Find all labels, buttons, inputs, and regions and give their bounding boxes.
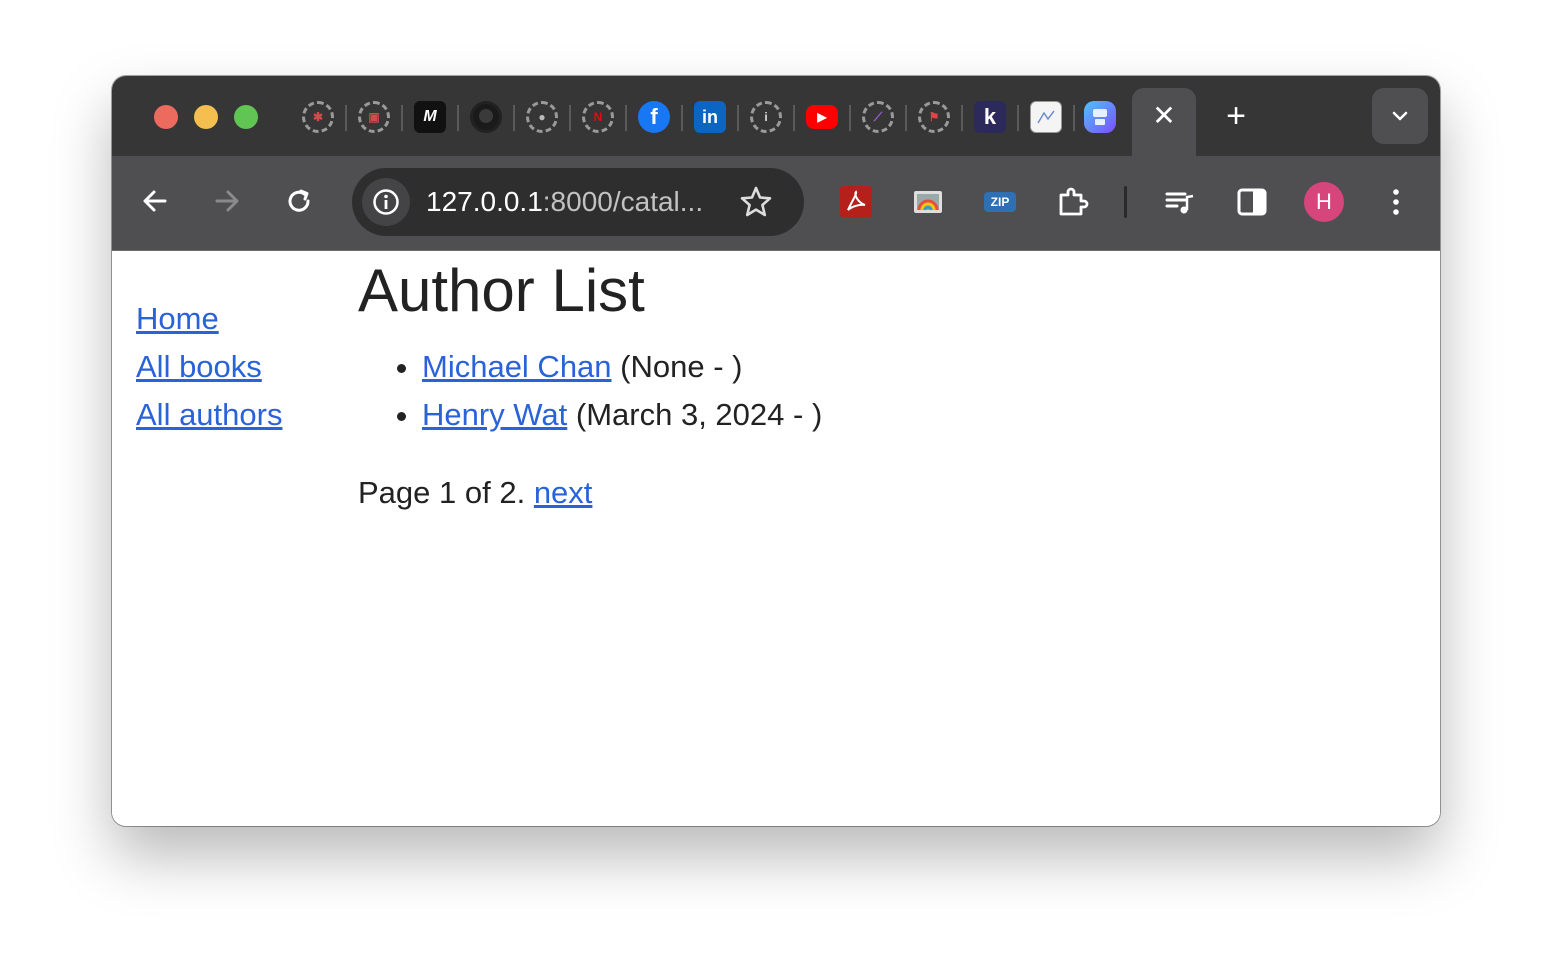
- devtools-icon[interactable]: ⟋: [862, 101, 894, 133]
- k-icon[interactable]: k: [974, 101, 1006, 133]
- address-bar[interactable]: 127.0.0.1:8000/catal...: [352, 168, 804, 236]
- tab-separator: [737, 105, 739, 131]
- new-tab-button[interactable]: +: [1220, 99, 1252, 133]
- tab-strip: ✱ ▣ M ● N f in i ▶ ⟋ ⚑ k ✕ +: [112, 76, 1440, 156]
- bookmark-star-icon[interactable]: [738, 184, 774, 220]
- acrobat-extension-icon[interactable]: [838, 184, 874, 220]
- gitlab-icon[interactable]: ▣: [358, 101, 390, 133]
- info-icon[interactable]: i: [750, 101, 782, 133]
- page-title: Author List: [358, 257, 645, 324]
- forward-button[interactable]: [210, 184, 244, 218]
- next-page-link[interactable]: next: [534, 475, 593, 510]
- page-content: Home All books All authors Author List M…: [112, 251, 1440, 826]
- url-text[interactable]: 127.0.0.1:8000/catal...: [426, 186, 703, 218]
- kebab-menu-icon[interactable]: [1378, 184, 1414, 220]
- list-item: Henry Wat (March 3, 2024 - ): [422, 391, 822, 439]
- chevron-down-icon: [1392, 111, 1408, 121]
- author-link[interactable]: Henry Wat: [422, 397, 567, 432]
- tab-separator: [569, 105, 571, 131]
- zip-label: ZIP: [984, 192, 1016, 212]
- sidebar-link-all-books[interactable]: All books: [136, 343, 282, 391]
- github-alt-icon[interactable]: ●: [526, 101, 558, 133]
- tab-separator: [793, 105, 795, 131]
- profile-avatar[interactable]: H: [1304, 182, 1344, 222]
- tab-separator: [1017, 105, 1019, 131]
- tab-separator: [849, 105, 851, 131]
- tab-separator: [345, 105, 347, 131]
- arrow-left-icon: [143, 190, 167, 212]
- tab-separator: [961, 105, 963, 131]
- tab-separator: [625, 105, 627, 131]
- author-list: Michael Chan (None - ) Henry Wat (March …: [358, 343, 822, 439]
- minimize-window-button[interactable]: [194, 105, 218, 129]
- zoom-window-button[interactable]: [234, 105, 258, 129]
- tab-search-button[interactable]: [1372, 88, 1428, 144]
- page-indicator: Page 1 of 2.: [358, 475, 526, 510]
- arrow-right-icon: [215, 190, 239, 212]
- url-host: 127.0.0.1: [426, 186, 543, 217]
- tab-separator: [457, 105, 459, 131]
- helm-icon[interactable]: ✱: [302, 101, 334, 133]
- list-item: Michael Chan (None - ): [422, 343, 822, 391]
- screenshot-extension-icon[interactable]: [910, 184, 946, 220]
- toolbar-divider: [1124, 186, 1127, 218]
- stitcher-icon[interactable]: ⚑: [918, 101, 950, 133]
- site-info-button[interactable]: [362, 178, 410, 226]
- tab-separator: [905, 105, 907, 131]
- tab-separator: [513, 105, 515, 131]
- youtube-icon[interactable]: ▶: [806, 105, 838, 129]
- sidebar-nav: Home All books All authors: [136, 295, 282, 439]
- extensions-puzzle-icon[interactable]: [1054, 184, 1090, 220]
- main-content: Author List Michael Chan (None - ) Henry…: [358, 251, 822, 517]
- github-icon[interactable]: [470, 101, 502, 133]
- facebook-icon[interactable]: f: [638, 101, 670, 133]
- author-dates: (None - ): [620, 349, 743, 384]
- author-dates: (March 3, 2024 - ): [575, 397, 823, 432]
- side-panel-icon[interactable]: [1234, 184, 1270, 220]
- reload-button[interactable]: [282, 184, 316, 218]
- linkedin-icon[interactable]: in: [694, 101, 726, 133]
- doc-thumbnail-icon[interactable]: [1030, 101, 1062, 133]
- tab-separator: [681, 105, 683, 131]
- sidebar-link-all-authors[interactable]: All authors: [136, 391, 282, 439]
- info-circle-icon: [373, 189, 399, 215]
- close-window-button[interactable]: [154, 105, 178, 129]
- tab-close-icon[interactable]: ✕: [1150, 102, 1178, 130]
- tab-separator: [1073, 105, 1075, 131]
- app-icon[interactable]: [1084, 101, 1116, 133]
- reload-icon: [288, 189, 310, 212]
- zip-extension-icon[interactable]: ZIP: [982, 184, 1018, 220]
- netflix-icon[interactable]: N: [582, 101, 614, 133]
- url-path: :8000/catal...: [542, 186, 704, 217]
- media-controls-icon[interactable]: [1162, 184, 1198, 220]
- author-link[interactable]: Michael Chan: [422, 349, 612, 384]
- medium-icon[interactable]: M: [414, 101, 446, 133]
- tab-separator: [401, 105, 403, 131]
- back-button[interactable]: [138, 184, 172, 218]
- browser-window: ✱ ▣ M ● N f in i ▶ ⟋ ⚑ k ✕ + 127.0.0.1:8…: [112, 76, 1440, 826]
- sidebar-link-home[interactable]: Home: [136, 295, 282, 343]
- browser-toolbar: 127.0.0.1:8000/catal... ZIP H: [112, 156, 1440, 251]
- pagination: Page 1 of 2. next: [358, 469, 822, 517]
